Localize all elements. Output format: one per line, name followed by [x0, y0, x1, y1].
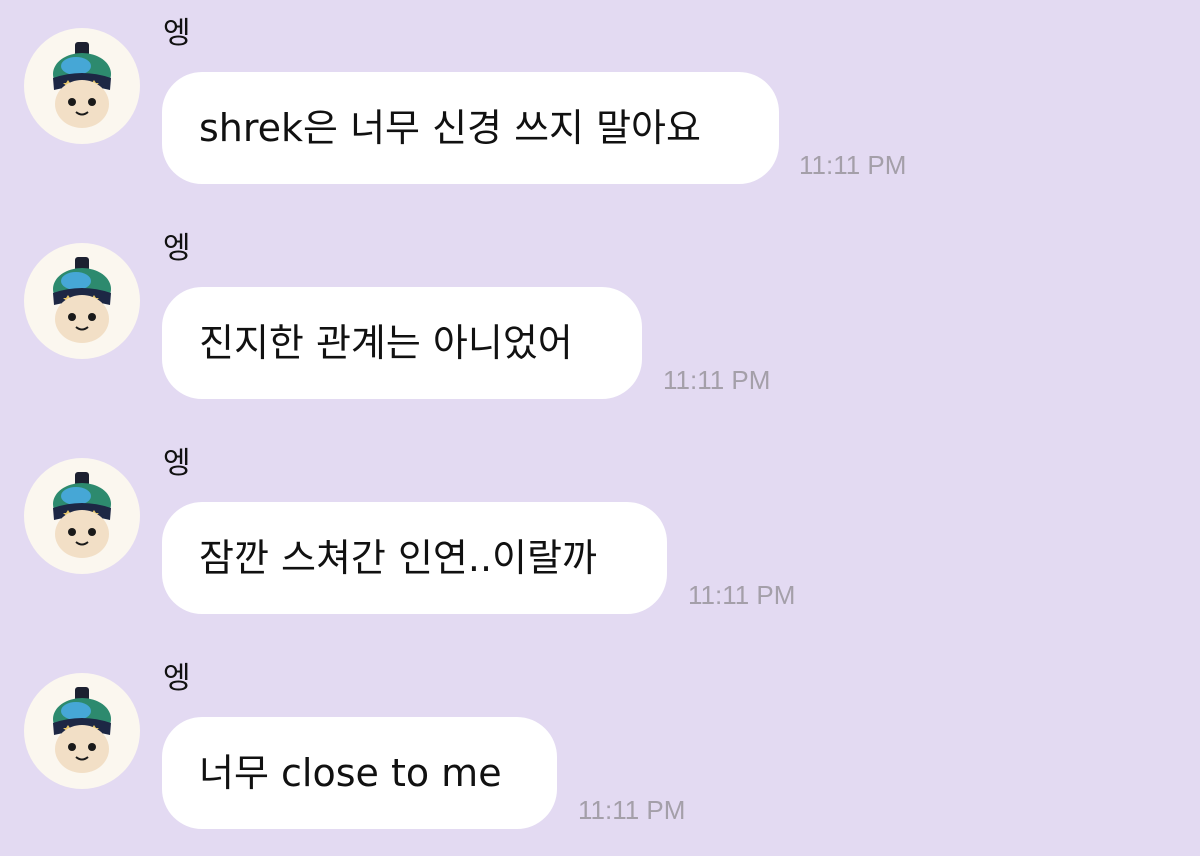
message-text: 진지한 관계는 아니었어: [199, 321, 573, 365]
message-bubble[interactable]: 너무 close to me: [162, 717, 557, 829]
plush-doll-avatar-icon[interactable]: [24, 28, 140, 144]
message-row: 엥 shrek은 너무 신경 쓰지 말아요 11:11 PM: [0, 0, 1200, 200]
message-bubble[interactable]: shrek은 너무 신경 쓰지 말아요: [162, 72, 779, 184]
chat-thread: 엥 shrek은 너무 신경 쓰지 말아요 11:11 PM 엥 진지한 관계는: [0, 0, 1200, 856]
sender-name: 엥: [163, 231, 191, 266]
message-row: 엥 잠깐 스쳐간 인연..이랄까 11:11 PM: [0, 430, 1200, 630]
sender-name: 엥: [163, 661, 191, 696]
message-row: 엥 너무 close to me 11:11 PM: [0, 645, 1200, 845]
message-text: 잠깐 스쳐간 인연..이랄까: [199, 536, 597, 580]
message-text: 너무 close to me: [199, 751, 502, 795]
message-bubble[interactable]: 잠깐 스쳐간 인연..이랄까: [162, 502, 667, 614]
message-row: 엥 진지한 관계는 아니었어 11:11 PM: [0, 215, 1200, 415]
plush-doll-avatar-icon[interactable]: [24, 458, 140, 574]
message-timestamp: 11:11 PM: [578, 795, 686, 825]
message-bubble[interactable]: 진지한 관계는 아니었어: [162, 287, 642, 399]
plush-doll-avatar-icon[interactable]: [24, 243, 140, 359]
sender-name: 엥: [163, 16, 191, 51]
message-timestamp: 11:11 PM: [688, 580, 796, 610]
plush-doll-avatar-icon[interactable]: [24, 673, 140, 789]
sender-name: 엥: [163, 446, 191, 481]
message-timestamp: 11:11 PM: [663, 365, 771, 395]
message-timestamp: 11:11 PM: [799, 150, 907, 180]
message-text: shrek은 너무 신경 쓰지 말아요: [199, 106, 701, 150]
